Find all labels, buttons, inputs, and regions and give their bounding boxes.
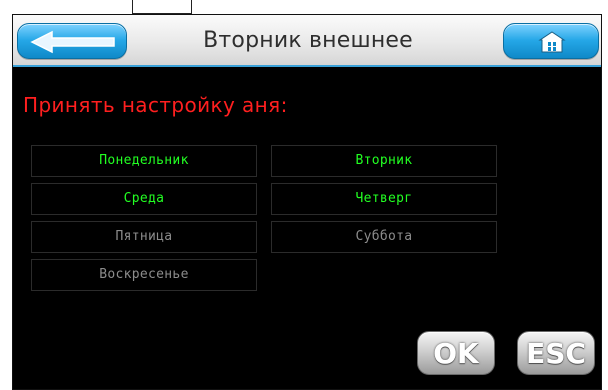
day-button-wednesday[interactable]: Среда (31, 183, 257, 215)
ok-button[interactable]: OK (417, 331, 495, 375)
day-button-monday[interactable]: Понедельник (31, 145, 257, 177)
day-button-thursday[interactable]: Четверг (271, 183, 497, 215)
device-screen: Вторник внешнее Принять настройку аня: П… (12, 14, 602, 390)
top-strip (0, 0, 608, 14)
header-bar: Вторник внешнее (13, 15, 601, 67)
device-frame: Вторник внешнее Принять настройку аня: П… (0, 0, 608, 390)
esc-button[interactable]: ESC (517, 331, 595, 375)
day-button-saturday[interactable]: Суббота (271, 221, 497, 253)
home-button[interactable] (503, 23, 599, 59)
day-button-friday[interactable]: Пятница (31, 221, 257, 253)
prompt-text: Принять настройку аня: (23, 93, 288, 117)
back-arrow-icon (30, 30, 115, 54)
day-button-sunday[interactable]: Воскресенье (31, 259, 257, 291)
day-button-tuesday[interactable]: Вторник (271, 145, 497, 177)
back-button[interactable] (17, 23, 127, 59)
top-strip-box (132, 0, 192, 14)
page-title: Вторник внешнее (203, 28, 413, 53)
home-icon (538, 31, 566, 53)
